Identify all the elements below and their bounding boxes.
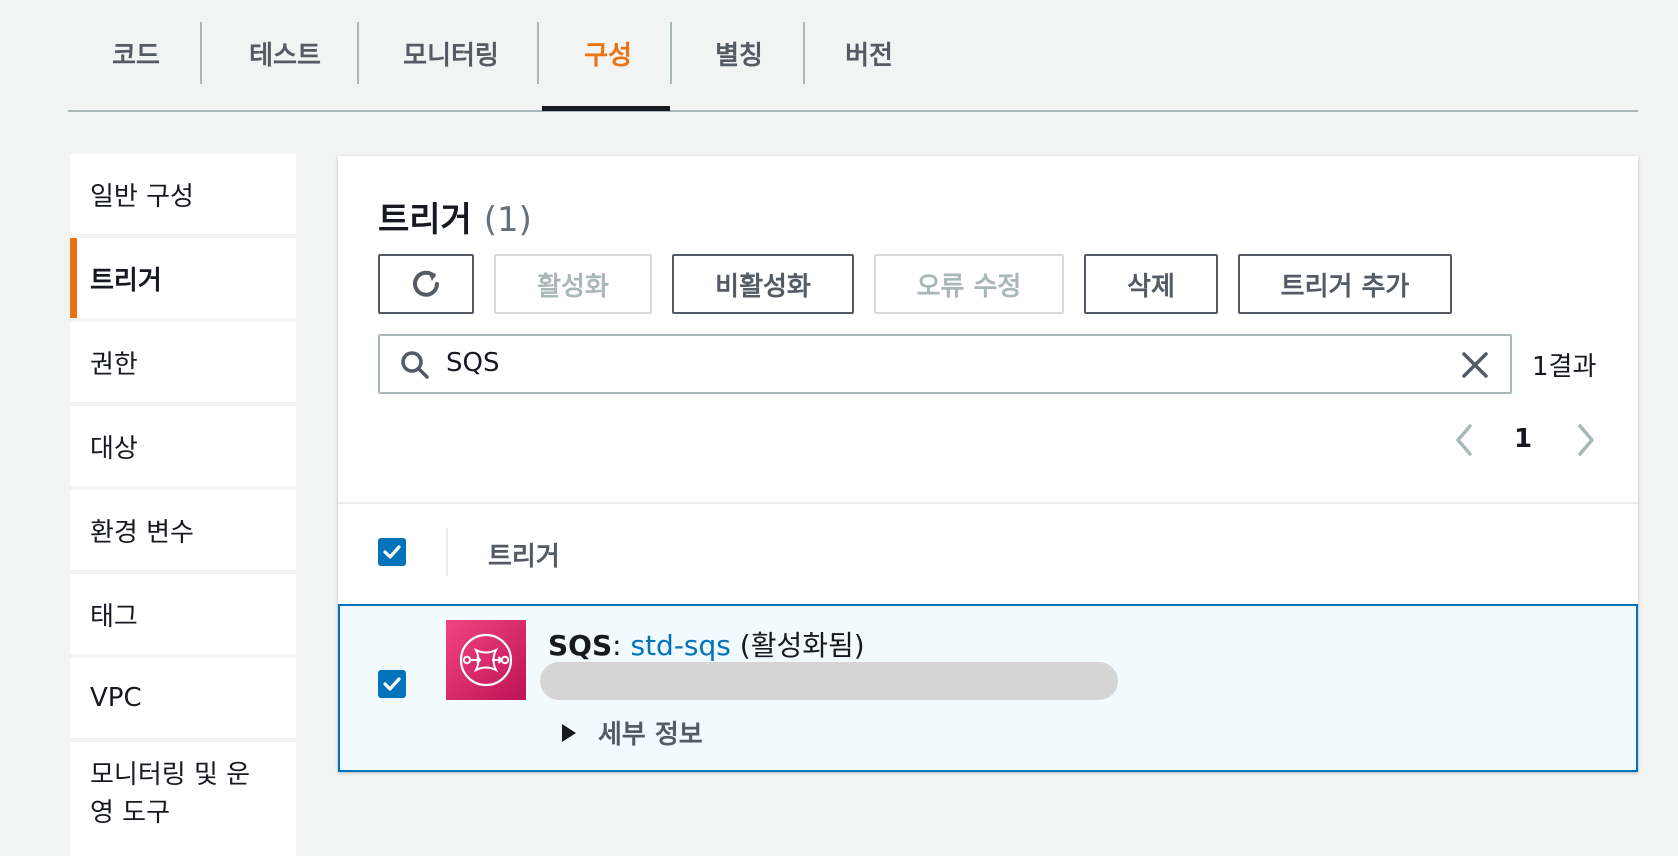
sidebar-item-vpc[interactable]: VPC [70, 658, 296, 738]
triggers-panel: 트리거 (1) 활성화 비활성화 오류 수정 삭제 트리거 추가 SQS 1결과… [338, 156, 1638, 772]
result-count: 1결과 [1532, 352, 1597, 382]
sqs-service-icon [446, 620, 526, 700]
sidebar-item-monitoring-tools[interactable]: 모니터링 및 운영 도구 [70, 742, 296, 856]
sidebar-item-label: 환경 변수 [90, 517, 194, 548]
search-input[interactable]: SQS [378, 334, 1512, 394]
sidebar-item-label: VPC [90, 683, 142, 713]
redacted-arn [540, 662, 1118, 700]
tab-divider [200, 22, 202, 84]
sidebar-item-general[interactable]: 일반 구성 [70, 154, 296, 234]
refresh-button[interactable] [378, 254, 474, 314]
tab-test[interactable]: 테스트 [218, 20, 352, 86]
search-value: SQS [446, 348, 500, 378]
sidebar-item-label: 대상 [90, 433, 138, 464]
trigger-status: (활성화됨) [739, 629, 865, 662]
sidebar-item-label: 권한 [90, 349, 138, 380]
tab-aliases[interactable]: 별칭 [682, 20, 796, 86]
delete-button[interactable]: 삭제 [1084, 254, 1218, 314]
sidebar-item-label: 일반 구성 [90, 181, 194, 212]
enable-button[interactable]: 활성화 [494, 254, 652, 314]
table-divider [338, 502, 1638, 504]
column-header-trigger[interactable]: 트리거 [488, 536, 560, 573]
sidebar-item-env-vars[interactable]: 환경 변수 [70, 490, 296, 570]
sidebar-item-destinations[interactable]: 대상 [70, 406, 296, 486]
checkmark-icon [383, 545, 401, 559]
panel-title: 트리거 (1) [378, 192, 532, 241]
close-icon[interactable] [1460, 350, 1490, 380]
checkmark-icon [383, 677, 401, 691]
sidebar-item-label: 태그 [90, 601, 138, 632]
tab-divider [803, 22, 805, 84]
tab-code[interactable]: 코드 [88, 20, 184, 86]
trigger-service: SQS [548, 629, 613, 662]
column-divider [446, 528, 448, 576]
sidebar-item-label: 모니터링 및 운영 도구 [90, 760, 251, 828]
caret-right-icon [562, 723, 576, 742]
sidebar-item-triggers[interactable]: 트리거 [70, 238, 296, 318]
tab-divider [670, 22, 672, 84]
active-tab-indicator [542, 106, 670, 111]
trigger-resource-link[interactable]: std-sqs [630, 629, 730, 662]
table-row[interactable]: SQS: std-sqs (활성화됨) 세부 정보 [338, 604, 1638, 772]
tab-divider [357, 22, 359, 84]
disable-button[interactable]: 비활성화 [672, 254, 854, 314]
pagination-page[interactable]: 1 [1514, 424, 1532, 454]
trigger-count: (1) [483, 200, 532, 240]
top-tab-bar: 코드 테스트 모니터링 구성 별칭 버전 [68, 0, 1638, 112]
details-label: 세부 정보 [598, 720, 703, 750]
panel-title-text: 트리거 [378, 200, 472, 240]
search-icon [401, 351, 429, 379]
tab-configuration[interactable]: 구성 [546, 20, 670, 86]
row-checkbox[interactable] [378, 670, 406, 698]
trigger-title: SQS: std-sqs (활성화됨) [548, 624, 865, 664]
config-sidebar: 일반 구성 트리거 권한 대상 환경 변수 태그 VPC 모니터링 및 운영 도… [68, 154, 300, 856]
fix-errors-button[interactable]: 오류 수정 [874, 254, 1064, 314]
select-all-checkbox[interactable] [378, 538, 406, 566]
tab-divider [537, 22, 539, 84]
chevron-right-icon[interactable] [1574, 422, 1598, 458]
tab-monitoring[interactable]: 모니터링 [371, 20, 531, 86]
tab-versions[interactable]: 버전 [812, 20, 926, 86]
sidebar-item-permissions[interactable]: 권한 [70, 322, 296, 402]
details-expander[interactable]: 세부 정보 [562, 714, 703, 751]
add-trigger-button[interactable]: 트리거 추가 [1238, 254, 1452, 314]
sidebar-item-tags[interactable]: 태그 [70, 574, 296, 654]
sidebar-item-label: 트리거 [90, 265, 162, 296]
chevron-left-icon[interactable] [1452, 422, 1476, 458]
trigger-separator: : [612, 629, 622, 662]
refresh-icon [413, 270, 439, 297]
